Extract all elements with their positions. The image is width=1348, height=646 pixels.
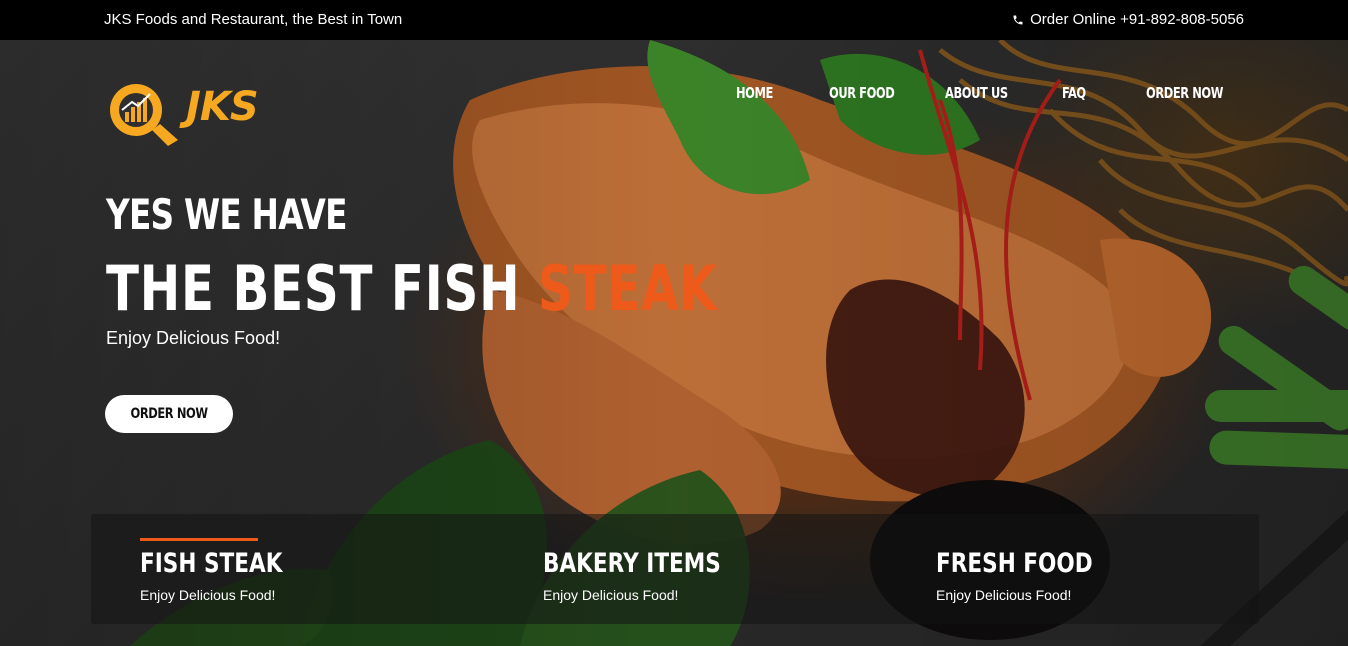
tagline: JKS Foods and Restaurant, the Best in To… [104, 11, 403, 28]
nav-about-us[interactable]: ABOUT US [945, 84, 1008, 102]
logo-text: JKS [186, 84, 259, 130]
feature-accent-bar [140, 538, 258, 541]
feature-title: FISH STEAK [140, 548, 283, 579]
nav-home[interactable]: HOME [736, 84, 773, 102]
feature-desc: Enjoy Delicious Food! [140, 587, 276, 603]
hero-line-2-accent: STEAK [537, 252, 718, 325]
hero-subtitle: Enjoy Delicious Food! [106, 328, 281, 348]
hero-line-1: YES WE HAVE [106, 190, 348, 239]
order-now-button-label: ORDER NOW [130, 406, 208, 422]
hero-line-2-main: THE BEST FISH [106, 252, 538, 325]
order-now-button[interactable]: ORDER NOW [105, 395, 233, 433]
hero-line-2: THE BEST FISH STEAK [106, 252, 718, 325]
nav-faq[interactable]: FAQ [1062, 84, 1086, 102]
feature-desc: Enjoy Delicious Food! [936, 587, 1072, 603]
nav-order-now[interactable]: ORDER NOW [1146, 84, 1223, 102]
order-online-text: Order Online +91-892-808-5056 [1030, 11, 1244, 28]
logo[interactable]: JKS [106, 78, 259, 148]
order-online-link[interactable]: Order Online +91-892-808-5056 [1012, 11, 1244, 28]
features-strip: FISH STEAK Enjoy Delicious Food! BAKERY … [91, 514, 1259, 624]
nav-our-food[interactable]: OUR FOOD [829, 84, 895, 102]
hero-heading: YES WE HAVE THE BEST FISH STEAK Enjoy De… [106, 190, 717, 348]
phone-icon [1012, 14, 1024, 26]
feature-desc: Enjoy Delicious Food! [543, 587, 679, 603]
chart-magnifier-logo-icon [106, 78, 190, 148]
top-bar: JKS Foods and Restaurant, the Best in To… [0, 0, 1348, 40]
hero-section: JKS HOME OUR FOOD ABOUT US FAQ ORDER NOW… [0, 40, 1348, 646]
feature-title: FRESH FOOD [936, 548, 1093, 579]
feature-title: BAKERY ITEMS [543, 548, 721, 579]
